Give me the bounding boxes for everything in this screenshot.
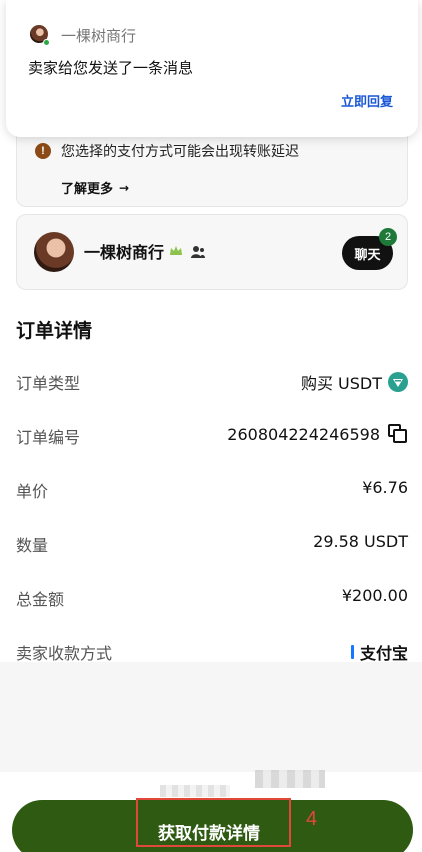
- order-number-row: 订单编号 260804224246598: [16, 424, 408, 448]
- unread-badge: 2: [379, 228, 397, 246]
- unit-price-value: ¥6.76: [362, 478, 408, 497]
- message-notification[interactable]: 一棵树商行 卖家给您发送了一条消息 立即回复: [6, 0, 418, 137]
- usdt-icon: [388, 372, 408, 392]
- alipay-indicator: [350, 645, 354, 659]
- seller-avatar[interactable]: [34, 232, 74, 272]
- warning-text: 您选择的支付方式可能会出现转账延迟: [61, 144, 299, 160]
- order-type-value: 购买 USDT: [300, 374, 382, 393]
- order-type-row: 订单类型 购买 USDT: [16, 370, 408, 394]
- seller-card: 一棵树商行 聊天 2: [16, 214, 408, 290]
- bottom-gray-area: [0, 662, 422, 772]
- chat-label: 聊天: [354, 247, 381, 263]
- payment-method-row: 卖家收款方式 支付宝: [16, 640, 408, 664]
- step-number: 4: [306, 808, 318, 830]
- obscured-region: [160, 785, 230, 797]
- order-number-value: 260804224246598: [227, 424, 380, 444]
- total-amount-label: 总金额: [16, 590, 65, 609]
- copy-icon[interactable]: [388, 424, 408, 444]
- payment-method-value-wrap: 支付宝: [350, 640, 408, 664]
- online-dot: [43, 39, 50, 46]
- notification-app-name: 一棵树商行: [61, 27, 137, 45]
- warning-row: ! 您选择的支付方式可能会出现转账延迟: [35, 141, 299, 161]
- learn-more-label: 了解更多: [61, 182, 114, 197]
- warning-icon: !: [35, 143, 51, 159]
- crown-icon: [170, 246, 182, 255]
- quantity-row: 数量 29.58 USDT: [16, 532, 408, 556]
- order-type-value-wrap: 购买 USDT: [301, 370, 408, 394]
- obscured-region: [255, 770, 325, 788]
- quantity-value: 29.58 USDT: [313, 532, 408, 551]
- merchant-verified-icon: [191, 246, 205, 258]
- order-page: ! 您选择的支付方式可能会出现转账延迟 了解更多 → 一棵树商行 聊天 2 订单…: [0, 0, 422, 852]
- total-amount-value-wrap: ¥200.00: [342, 586, 408, 605]
- arrow-right-icon: →: [119, 180, 130, 195]
- reply-now-button[interactable]: 立即回复: [341, 91, 393, 110]
- total-amount-row: 总金额 ¥200.00: [16, 586, 408, 610]
- unit-price-label: 单价: [16, 482, 49, 501]
- unit-price-value-wrap: ¥6.76: [362, 478, 408, 497]
- payment-method-label: 卖家收款方式: [16, 644, 113, 663]
- seller-name[interactable]: 一棵树商行: [84, 239, 164, 263]
- payment-method-value: 支付宝: [359, 644, 408, 663]
- learn-more-link[interactable]: 了解更多 →: [61, 178, 130, 198]
- unit-price-row: 单价 ¥6.76: [16, 478, 408, 502]
- step-highlight-box: [136, 798, 291, 847]
- order-type-label: 订单类型: [16, 374, 81, 393]
- order-number-value-wrap: 260804224246598: [227, 424, 408, 444]
- order-number-label: 订单编号: [16, 428, 81, 447]
- total-amount-value: ¥200.00: [341, 586, 408, 605]
- quantity-label: 数量: [16, 536, 49, 555]
- unread-count: 2: [384, 231, 392, 243]
- quantity-value-wrap: 29.58 USDT: [313, 532, 408, 551]
- notification-message: 卖家给您发送了一条消息: [28, 59, 194, 77]
- order-details-title: 订单详情: [16, 320, 93, 342]
